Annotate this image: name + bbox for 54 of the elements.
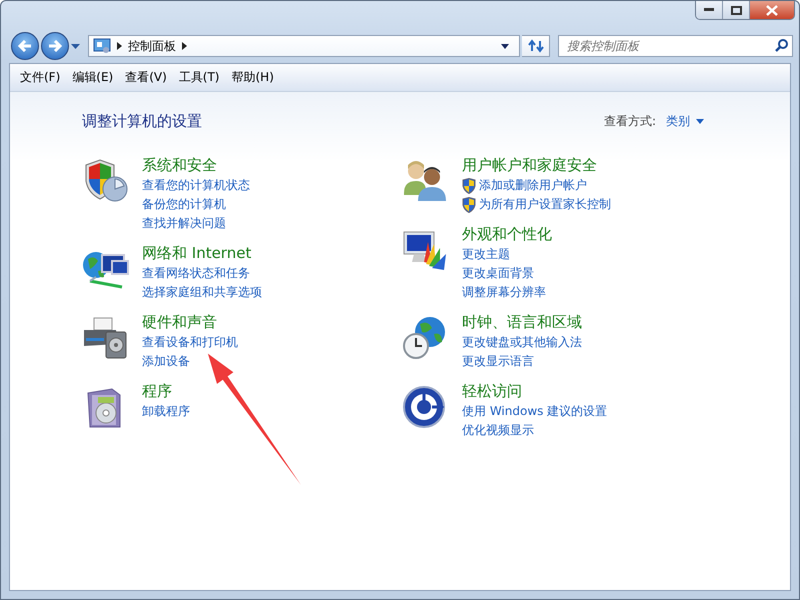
address-bar[interactable]: 控制面板 bbox=[88, 35, 520, 57]
task-link[interactable]: 卸载程序 bbox=[142, 402, 190, 421]
close-icon bbox=[766, 4, 778, 16]
category-link[interactable]: 外观和个性化 bbox=[462, 224, 552, 245]
task-link[interactable]: 选择家庭组和共享选项 bbox=[142, 283, 262, 302]
back-arrow-icon bbox=[18, 40, 32, 52]
menu-item[interactable]: 编辑(E) bbox=[66, 66, 120, 89]
maximize-icon bbox=[730, 6, 742, 14]
task-link[interactable]: 添加设备 bbox=[142, 352, 190, 371]
chevron-icon[interactable] bbox=[117, 42, 122, 50]
task-link[interactable]: 备份您的计算机 bbox=[142, 195, 226, 214]
close-button[interactable] bbox=[750, 1, 794, 19]
menu-item[interactable]: 文件(F) bbox=[14, 66, 66, 89]
task-link[interactable]: 查看设备和打印机 bbox=[142, 333, 238, 352]
task-link[interactable]: 更改主题 bbox=[462, 245, 510, 264]
category-link[interactable]: 用户帐户和家庭安全 bbox=[462, 155, 611, 176]
category-link[interactable]: 轻松访问 bbox=[462, 381, 608, 402]
task-link[interactable]: 查看您的计算机状态 bbox=[142, 176, 250, 195]
maximize-button[interactable] bbox=[723, 1, 750, 19]
category-link[interactable]: 系统和安全 bbox=[142, 155, 250, 176]
menu-item[interactable]: 查看(V) bbox=[119, 66, 173, 89]
search-field[interactable]: 搜索控制面板 bbox=[558, 35, 793, 57]
task-link[interactable]: 更改键盘或其他输入法 bbox=[462, 333, 582, 352]
view-by-label: 查看方式: bbox=[604, 112, 656, 130]
forward-arrow-icon bbox=[48, 40, 62, 52]
task-link[interactable]: 为所有用户设置家长控制 bbox=[479, 195, 611, 214]
back-button[interactable] bbox=[11, 32, 39, 60]
task-link[interactable]: 更改桌面背景 bbox=[462, 264, 534, 283]
search-icon bbox=[775, 39, 788, 52]
category-link[interactable]: 时钟、语言和区域 bbox=[462, 312, 582, 333]
refresh-button[interactable] bbox=[522, 35, 550, 57]
minimize-button[interactable] bbox=[696, 1, 723, 19]
chevron-icon[interactable] bbox=[182, 42, 187, 50]
task-link[interactable]: 调整屏幕分辨率 bbox=[462, 283, 546, 302]
task-link[interactable]: 查看网络状态和任务 bbox=[142, 264, 250, 283]
category-link[interactable]: 网络和 Internet bbox=[142, 243, 262, 264]
task-link[interactable]: 优化视频显示 bbox=[462, 421, 534, 440]
menu-item[interactable]: 帮助(H) bbox=[226, 66, 280, 89]
minimize-icon bbox=[704, 8, 714, 12]
page-heading: 调整计算机的设置 bbox=[82, 112, 202, 130]
refresh-icon bbox=[528, 39, 544, 53]
view-by-dropdown[interactable]: 类别 bbox=[666, 112, 704, 130]
category-link[interactable]: 硬件和声音 bbox=[142, 312, 238, 333]
forward-button[interactable] bbox=[41, 32, 69, 60]
task-link[interactable]: 更改显示语言 bbox=[462, 352, 534, 371]
dropdown-icon[interactable] bbox=[501, 44, 509, 48]
task-link[interactable]: 添加或删除用户帐户 bbox=[479, 176, 587, 195]
menu-item[interactable]: 工具(T) bbox=[172, 66, 226, 89]
category-link[interactable]: 程序 bbox=[142, 381, 190, 402]
task-link[interactable]: 查找并解决问题 bbox=[142, 214, 226, 233]
task-link[interactable]: 使用 Windows 建议的设置 bbox=[462, 402, 608, 421]
dropdown-icon bbox=[696, 118, 704, 124]
control-panel-icon bbox=[93, 38, 111, 54]
breadcrumb[interactable]: 控制面板 bbox=[128, 38, 176, 54]
